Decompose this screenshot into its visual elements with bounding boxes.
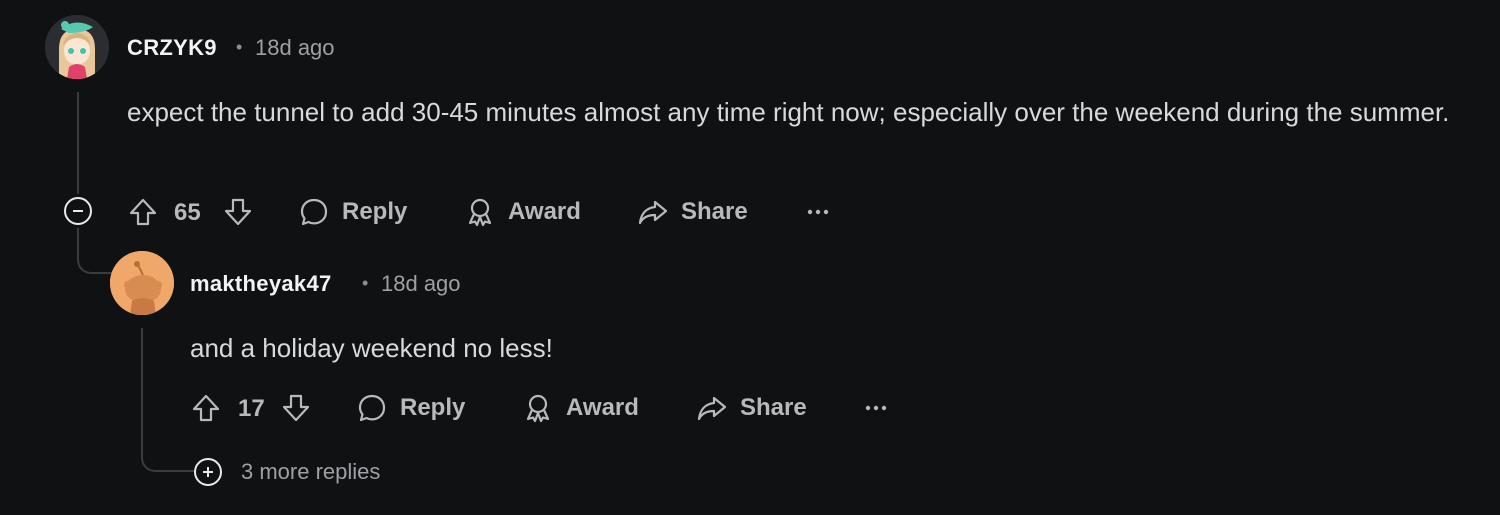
meta-separator: • xyxy=(362,273,369,293)
collapse-thread-button[interactable] xyxy=(64,197,92,225)
avatar-crzyk9[interactable] xyxy=(45,15,109,79)
share-label: Share xyxy=(740,394,807,421)
expand-icon xyxy=(203,467,213,477)
share-icon xyxy=(638,200,668,225)
more-icon xyxy=(865,405,887,411)
downvote-button[interactable] xyxy=(280,392,312,429)
expand-replies-button[interactable] xyxy=(194,458,222,486)
upvote-icon xyxy=(192,394,220,422)
comment-icon xyxy=(300,198,328,226)
upvote-icon xyxy=(129,198,157,226)
downvote-icon xyxy=(224,198,252,226)
reply-label: Reply xyxy=(342,198,408,225)
share-button[interactable]: Share xyxy=(696,392,807,424)
more-options-button[interactable] xyxy=(806,200,830,229)
vote-count: 17 xyxy=(238,395,265,422)
more-icon xyxy=(807,209,829,215)
reply-label: Reply xyxy=(400,394,466,421)
comment-timestamp[interactable]: 18d ago xyxy=(255,35,335,61)
comment-author[interactable]: maktheyak47 xyxy=(190,271,332,297)
award-icon xyxy=(526,394,550,423)
more-options-button[interactable] xyxy=(864,396,888,425)
award-button[interactable]: Award xyxy=(522,392,639,424)
comment-icon xyxy=(358,394,386,422)
comment-body: expect the tunnel to add 30-45 minutes a… xyxy=(127,97,1450,127)
reply-button[interactable]: Reply xyxy=(298,196,407,228)
award-label: Award xyxy=(566,394,639,421)
comment-body: and a holiday weekend no less! xyxy=(190,333,553,363)
thread-elbow-1 xyxy=(77,228,113,274)
anime-avatar-image xyxy=(45,15,109,79)
meta-separator: • xyxy=(236,37,243,57)
comment-author[interactable]: CRZYK9 xyxy=(127,35,217,61)
award-icon xyxy=(468,198,492,227)
upvote-button[interactable] xyxy=(190,392,222,429)
share-label: Share xyxy=(681,198,748,225)
share-icon xyxy=(697,396,727,421)
thread-elbow-2 xyxy=(141,328,195,472)
avatar-maktheyak47[interactable] xyxy=(110,251,174,315)
collapse-icon xyxy=(73,210,83,212)
thread-line-1 xyxy=(77,92,79,194)
award-button[interactable]: Award xyxy=(464,196,581,228)
snoo-avatar-image xyxy=(110,251,174,315)
downvote-icon xyxy=(282,394,310,422)
award-label: Award xyxy=(508,198,581,225)
more-replies-link[interactable]: 3 more replies xyxy=(241,459,380,485)
downvote-button[interactable] xyxy=(222,196,254,233)
reply-button[interactable]: Reply xyxy=(356,392,465,424)
share-button[interactable]: Share xyxy=(637,196,748,228)
vote-count: 65 xyxy=(174,199,201,226)
comment-timestamp[interactable]: 18d ago xyxy=(381,271,461,297)
upvote-button[interactable] xyxy=(127,196,159,233)
